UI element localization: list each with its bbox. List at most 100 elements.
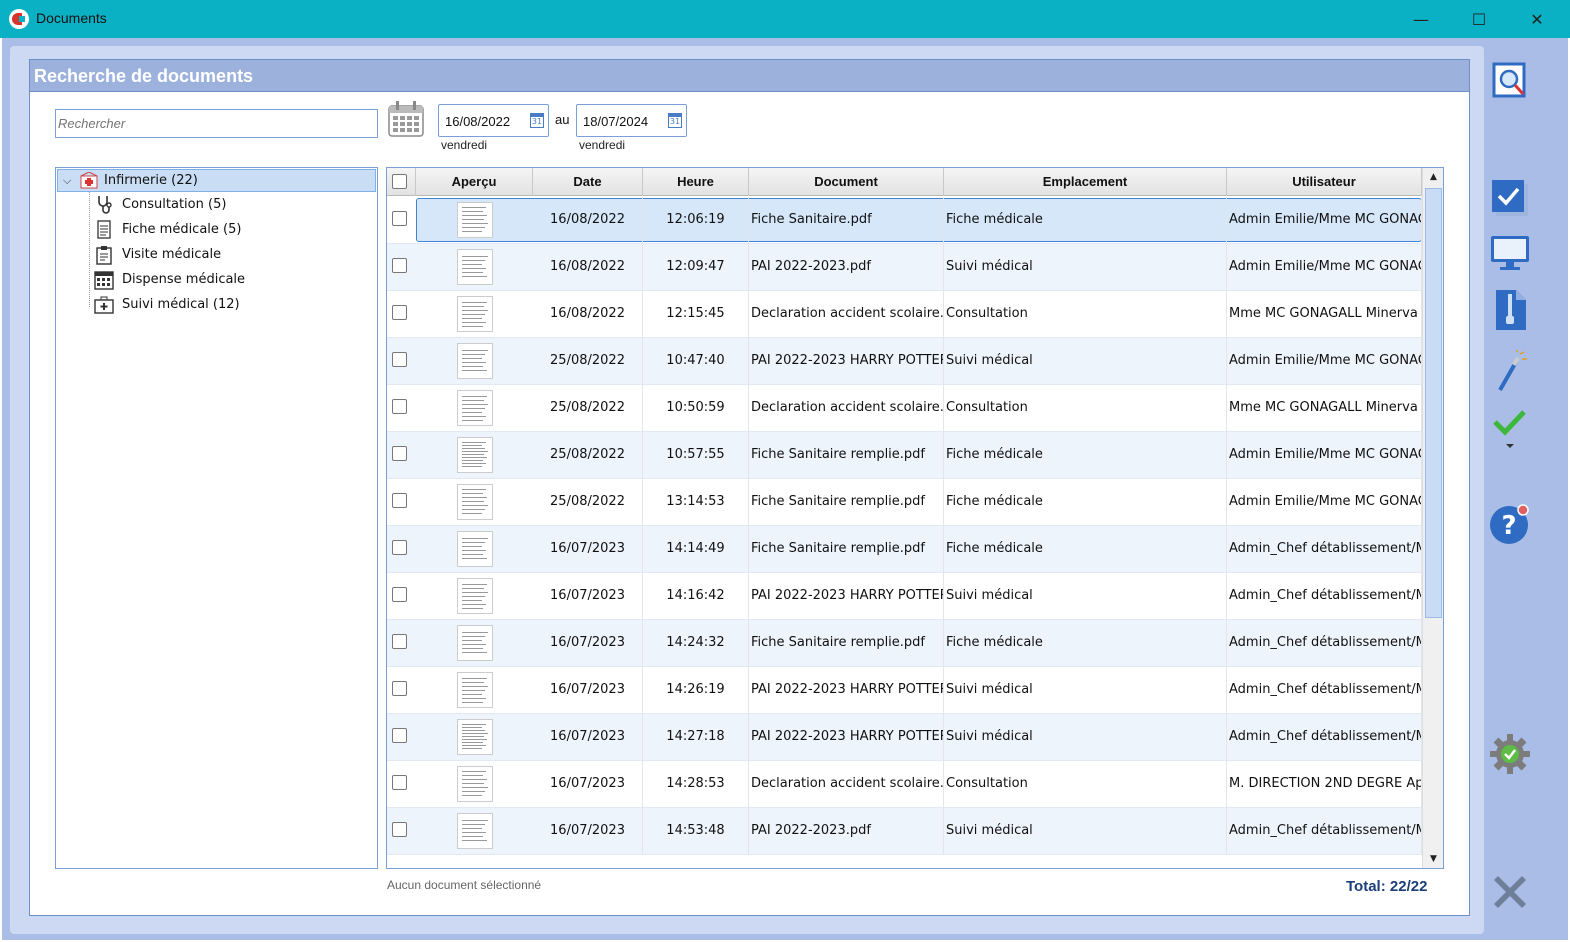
document-preview-thumbnail[interactable]	[456, 437, 493, 473]
document-preview-thumbnail[interactable]	[456, 343, 493, 379]
column-header-emplacement[interactable]: Emplacement	[944, 168, 1227, 196]
cell-time: 12:15:45	[643, 291, 749, 338]
collapse-chevron-icon[interactable]: ⌵	[63, 174, 71, 188]
window-title: Documents	[36, 10, 107, 26]
table-row[interactable]: 16/08/2022 12:15:45 Declaration accident s…	[387, 291, 1422, 338]
maximize-button[interactable]: ☐	[1450, 0, 1508, 38]
table-row[interactable]: 16/07/2023 14:24:32 Fiche Sanitaire rempli…	[387, 620, 1422, 667]
cell-user: Admin_Chef détablissement/M. DIRECTION	[1227, 573, 1422, 620]
document-preview-thumbnail[interactable]	[456, 390, 493, 426]
table-row[interactable]: 16/07/2023 14:16:42 PAI 2022-2023 HARRY PO…	[387, 573, 1422, 620]
check-options-button[interactable]	[1488, 408, 1532, 452]
table-row[interactable]: 16/08/2022 12:06:19 Fiche Sanitaire.pdf Fic…	[387, 197, 1422, 244]
search-document-button[interactable]	[1488, 58, 1532, 102]
table-row[interactable]: 25/08/2022 10:50:59 Declaration accident s…	[387, 385, 1422, 432]
cell-date: 16/08/2022	[533, 244, 643, 291]
row-checkbox[interactable]	[392, 493, 407, 508]
close-window-button[interactable]: ✕	[1508, 0, 1566, 38]
cell-user: Admin_Chef détablissement/M. DIRECTION	[1227, 808, 1422, 855]
scroll-down-button[interactable]: ▼	[1423, 850, 1443, 868]
document-preview-thumbnail[interactable]	[456, 672, 493, 708]
row-checkbox[interactable]	[392, 822, 407, 837]
tree-connector	[89, 192, 90, 307]
table-header: Aperçu Date Heure Document Emplacement U…	[387, 168, 1422, 196]
table-row[interactable]: 16/07/2023 14:28:53 Declaration accident s…	[387, 761, 1422, 808]
document-preview-thumbnail[interactable]	[456, 578, 493, 614]
document-preview-thumbnail[interactable]	[456, 625, 493, 661]
search-input[interactable]	[55, 109, 378, 138]
cell-date: 25/08/2022	[533, 385, 643, 432]
cell-user: Admin_Chef détablissement/M. DIRECTION	[1227, 714, 1422, 761]
table-row[interactable]: 25/08/2022 10:47:40 PAI 2022-2023 HARRY PO…	[387, 338, 1422, 385]
row-checkbox[interactable]	[392, 775, 407, 790]
category-tree: ⌵ Infirmerie (22) Consultation (5) Fiche…	[55, 167, 378, 869]
table-row[interactable]: 16/07/2023 14:26:19 PAI 2022-2023 HARRY PO…	[387, 667, 1422, 714]
date-picker-icon[interactable]: 31	[668, 113, 682, 128]
column-header-date[interactable]: Date	[533, 168, 643, 196]
tree-item-infirmerie[interactable]: ⌵ Infirmerie (22)	[57, 169, 376, 192]
date-to-field[interactable]: 18/07/2024 31	[576, 104, 687, 137]
calendar-icon[interactable]	[387, 100, 425, 138]
table-row[interactable]: 25/08/2022 10:57:55 Fiche Sanitaire rempli…	[387, 432, 1422, 479]
document-preview-thumbnail[interactable]	[456, 484, 493, 520]
column-header-heure[interactable]: Heure	[643, 168, 749, 196]
row-checkbox[interactable]	[392, 587, 407, 602]
cell-document: Fiche Sanitaire remplie.pdf	[749, 620, 944, 667]
zip-export-button[interactable]	[1488, 288, 1532, 332]
cell-document: PAI 2022-2023.pdf	[749, 244, 944, 291]
clipboard-icon	[94, 245, 114, 265]
row-checkbox[interactable]	[392, 258, 407, 273]
cell-time: 14:53:48	[643, 808, 749, 855]
scroll-up-button[interactable]: ▲	[1423, 168, 1443, 186]
document-preview-thumbnail[interactable]	[456, 719, 493, 755]
column-header-apercu[interactable]: Aperçu	[416, 168, 533, 196]
row-checkbox[interactable]	[392, 681, 407, 696]
row-checkbox[interactable]	[392, 540, 407, 555]
panel-header: Recherche de documents	[30, 60, 1469, 92]
document-preview-thumbnail[interactable]	[456, 766, 493, 802]
row-checkbox[interactable]	[392, 352, 407, 367]
row-checkbox[interactable]	[392, 399, 407, 414]
cell-location: Fiche médicale	[944, 620, 1227, 667]
row-checkbox[interactable]	[392, 305, 407, 320]
document-preview-thumbnail[interactable]	[456, 249, 493, 285]
cell-location: Fiche médicale	[944, 479, 1227, 526]
column-header-document[interactable]: Document	[749, 168, 944, 196]
cell-user: Admin_Chef détablissement/M. DIRECTION	[1227, 526, 1422, 573]
magic-wand-button[interactable]	[1488, 350, 1532, 394]
cell-time: 14:24:32	[643, 620, 749, 667]
display-button[interactable]	[1488, 230, 1532, 274]
document-preview-thumbnail[interactable]	[456, 296, 493, 332]
table-row[interactable]: 16/07/2023 14:27:18 PAI 2022-2023 HARRY PO…	[387, 714, 1422, 761]
minimize-button[interactable]: —	[1392, 0, 1450, 38]
select-all-checkbox[interactable]	[392, 174, 407, 189]
row-checkbox[interactable]	[392, 211, 407, 226]
scroll-thumb[interactable]	[1425, 188, 1442, 618]
date-from-field[interactable]: 16/08/2022 31	[438, 104, 549, 137]
cell-date: 16/07/2023	[533, 573, 643, 620]
table-row[interactable]: 16/07/2023 14:53:48 PAI 2022-2023.pdf Suivi…	[387, 808, 1422, 855]
cell-date: 25/08/2022	[533, 338, 643, 385]
vertical-scrollbar[interactable]: ▲ ▼	[1422, 168, 1443, 868]
row-checkbox[interactable]	[392, 728, 407, 743]
table-row[interactable]: 16/08/2022 12:09:47 PAI 2022-2023.pdf Suivi…	[387, 244, 1422, 291]
row-checkbox[interactable]	[392, 634, 407, 649]
tree-item-label: Consultation (5)	[122, 197, 227, 212]
help-button[interactable]: ?	[1488, 502, 1532, 546]
cell-date: 16/07/2023	[533, 714, 643, 761]
date-picker-icon[interactable]: 31	[530, 113, 544, 128]
table-row[interactable]: 16/07/2023 14:14:49 Fiche Sanitaire rempli…	[387, 526, 1422, 573]
cell-date: 16/07/2023	[533, 526, 643, 573]
validate-button[interactable]	[1488, 176, 1532, 220]
settings-button[interactable]	[1488, 732, 1532, 776]
document-preview-thumbnail[interactable]	[456, 531, 493, 567]
documents-table: Aperçu Date Heure Document Emplacement U…	[386, 167, 1444, 869]
close-button[interactable]	[1488, 870, 1532, 914]
document-preview-thumbnail[interactable]	[456, 202, 493, 238]
row-checkbox[interactable]	[392, 446, 407, 461]
column-header-utilisateur[interactable]: Utilisateur	[1227, 168, 1422, 196]
document-preview-thumbnail[interactable]	[456, 813, 493, 849]
date-to-day: vendredi	[579, 138, 626, 152]
stethoscope-icon	[94, 195, 114, 215]
table-row[interactable]: 25/08/2022 13:14:53 Fiche Sanitaire rempli…	[387, 479, 1422, 526]
